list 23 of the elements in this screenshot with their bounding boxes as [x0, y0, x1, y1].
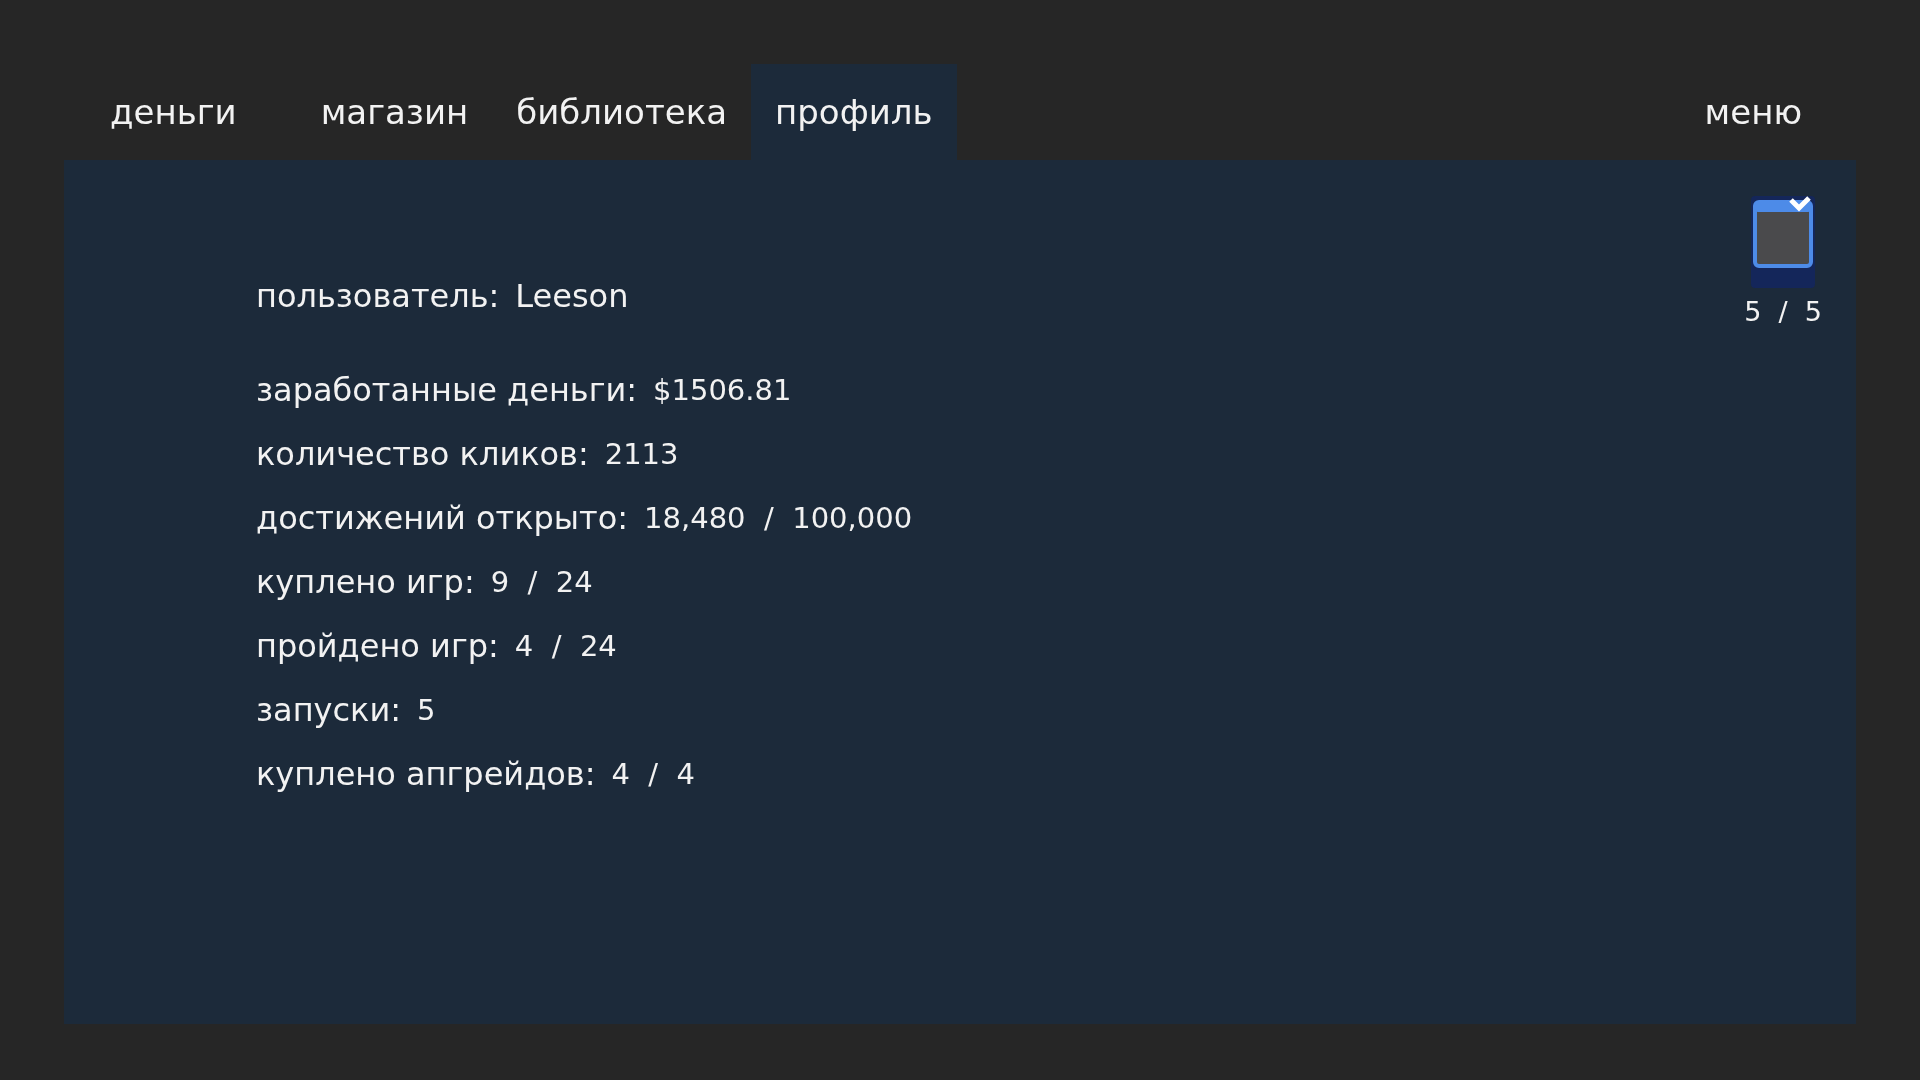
stat-value: 4 / 24	[514, 629, 617, 663]
stat-value: 4 / 4	[611, 757, 696, 791]
nav-tab[interactable]: библиотека	[492, 64, 751, 160]
stat-value: $1506.81	[653, 373, 792, 407]
stat-value: 5	[417, 693, 436, 727]
stat-value: 9 / 24	[490, 565, 593, 599]
nav-tab[interactable]: магазин	[296, 64, 493, 160]
user-name: Leeson	[515, 277, 629, 315]
checked-card-icon[interactable]	[1751, 196, 1816, 288]
stat-value: 18,480 / 100,000	[644, 501, 913, 535]
menu-button[interactable]: меню	[1680, 64, 1856, 160]
stat-label: пройдено игр:	[256, 627, 499, 665]
nav-tab[interactable]: профиль	[751, 64, 957, 160]
stat-label: достижений открыто:	[256, 499, 629, 537]
badge-count: 5 / 5	[1744, 296, 1822, 327]
stat-label: количество кликов:	[256, 435, 589, 473]
stat-label: запуски:	[256, 691, 401, 729]
user-label: пользователь:	[256, 277, 500, 315]
stat-value: 2113	[604, 437, 679, 471]
stat-label: заработанные деньги:	[256, 371, 638, 409]
stat-label: куплено апгрейдов:	[256, 755, 596, 793]
nav-tab[interactable]: деньги	[64, 64, 297, 160]
stat-label: куплено игр:	[256, 563, 475, 601]
